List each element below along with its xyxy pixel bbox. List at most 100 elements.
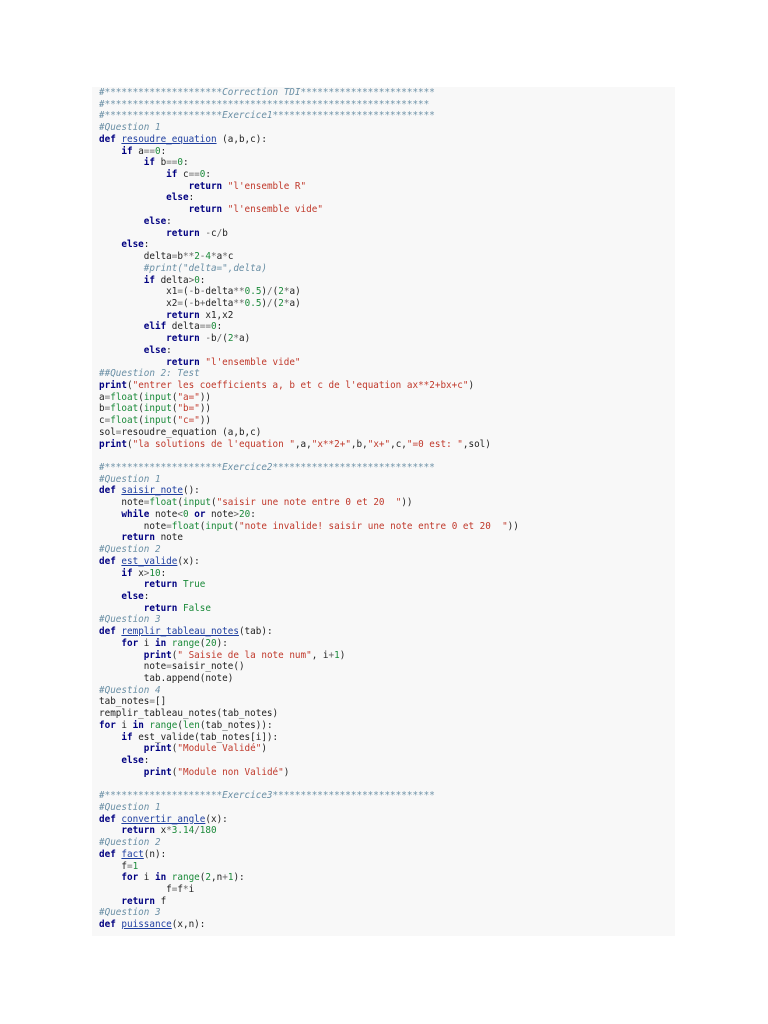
code-token: return — [121, 532, 155, 544]
code-token: : — [160, 145, 167, 157]
code-token: delta — [205, 297, 234, 309]
code-token: elif — [143, 321, 167, 333]
code-token: resoudre_equation — [121, 133, 217, 145]
code-token: in — [154, 637, 167, 649]
code-token: fact — [121, 848, 144, 860]
code-token: x1 — [99, 286, 178, 298]
code-token: in — [132, 719, 144, 731]
code-token: est_valide — [121, 555, 178, 567]
code-token: ,b, — [350, 438, 368, 450]
code-line: #*********************Correction TDI****… — [99, 87, 435, 99]
code-line: def saisir_note(): — [99, 485, 200, 497]
code-token: : — [143, 239, 150, 251]
code-line: return True — [99, 579, 206, 591]
code-line: #Question 2 — [99, 544, 161, 556]
code-token: i — [138, 872, 155, 884]
code-token: [] — [154, 696, 167, 708]
code-token: def — [99, 555, 116, 567]
code-token: float — [149, 497, 178, 509]
code-line: else: — [99, 239, 149, 251]
code-token: (x): — [177, 555, 200, 567]
code-token: est_valide(tab_notes[i]): — [132, 731, 279, 743]
code-token: ,n — [211, 872, 223, 884]
code-token: remplir_tableau_notes — [121, 626, 239, 638]
code-token: x2 — [99, 297, 178, 309]
code-line: return -b/(2*a) — [99, 333, 250, 345]
code-line: #Question 2 — [99, 837, 161, 849]
code-line: else: — [99, 755, 149, 767]
code-line: return x1,x2 — [99, 310, 233, 322]
code-line: #Question 1 — [99, 474, 161, 486]
code-token: "saisir une note entre 0 et 20 " — [216, 497, 402, 509]
code-token: #Question 3 — [99, 614, 161, 626]
code-token: else — [121, 590, 144, 602]
code-line: while note<0 or note>20: — [99, 509, 255, 521]
code-token: return — [143, 602, 178, 614]
code-token: #print("delta=",delta) — [143, 262, 267, 274]
code-line: else: — [99, 591, 149, 603]
code-line: tab.append(note) — [99, 673, 234, 685]
code-token: (): — [182, 485, 200, 497]
code-token: input — [143, 391, 172, 403]
code-token: 20 — [205, 637, 217, 649]
code-token: == — [188, 169, 200, 181]
code-line: #Question 1 — [99, 122, 161, 134]
code-token: "x**2+" — [311, 438, 351, 450]
code-line: tab_notes=[] — [99, 696, 166, 708]
code-line: return x*3.14/180 — [99, 825, 217, 837]
code-token: a) — [239, 333, 251, 345]
code-token: #*********************Exercice3*********… — [99, 790, 435, 802]
code-token: if — [121, 567, 133, 579]
code-token: def — [99, 848, 116, 860]
code-token: (x,n): — [171, 919, 206, 931]
code-line: note=float(input("saisir une note entre … — [99, 497, 412, 509]
code-token: "Module Validé" — [177, 743, 262, 755]
code-line: ##Question 2: Test — [99, 368, 200, 380]
code-token: saisir_note — [121, 485, 183, 497]
code-token: i — [188, 883, 195, 895]
code-token: 0.5 — [244, 286, 262, 298]
code-token: "b=" — [177, 403, 200, 415]
code-line: def puissance(x,n): — [99, 919, 205, 931]
code-line: for i in range(len(tab_notes)): — [99, 720, 273, 732]
code-token: input — [205, 520, 234, 532]
code-token: return — [188, 180, 223, 192]
code-line: return "l'ensemble vide" — [99, 204, 323, 216]
code-token: : — [143, 590, 150, 602]
code-line: #Question 3 — [99, 614, 161, 626]
code-token: 180 — [199, 825, 217, 837]
code-token: if — [121, 145, 133, 157]
code-token: saisir_note() — [171, 661, 245, 673]
code-token: f — [99, 860, 127, 872]
code-token: 10 — [149, 567, 161, 579]
code-token: == — [166, 157, 178, 169]
code-token: #Question 3 — [99, 907, 161, 919]
code-line: f=f*i — [99, 884, 194, 896]
code-token: (tab_notes)): — [199, 719, 273, 731]
code-token: 0.5 — [244, 297, 262, 309]
code-token: : — [160, 567, 167, 579]
code-token: ,a, — [294, 438, 312, 450]
code-token: : — [183, 157, 189, 169]
code-token: return — [121, 895, 155, 907]
code-token: def — [99, 626, 116, 638]
code-token: delta — [166, 321, 200, 333]
code-token: range — [171, 872, 200, 884]
code-token: f — [99, 883, 172, 895]
code-token: b — [154, 157, 167, 169]
code-line: for i in range(20): — [99, 637, 227, 650]
code-token: : — [143, 755, 150, 767]
code-line: return False — [99, 603, 211, 615]
